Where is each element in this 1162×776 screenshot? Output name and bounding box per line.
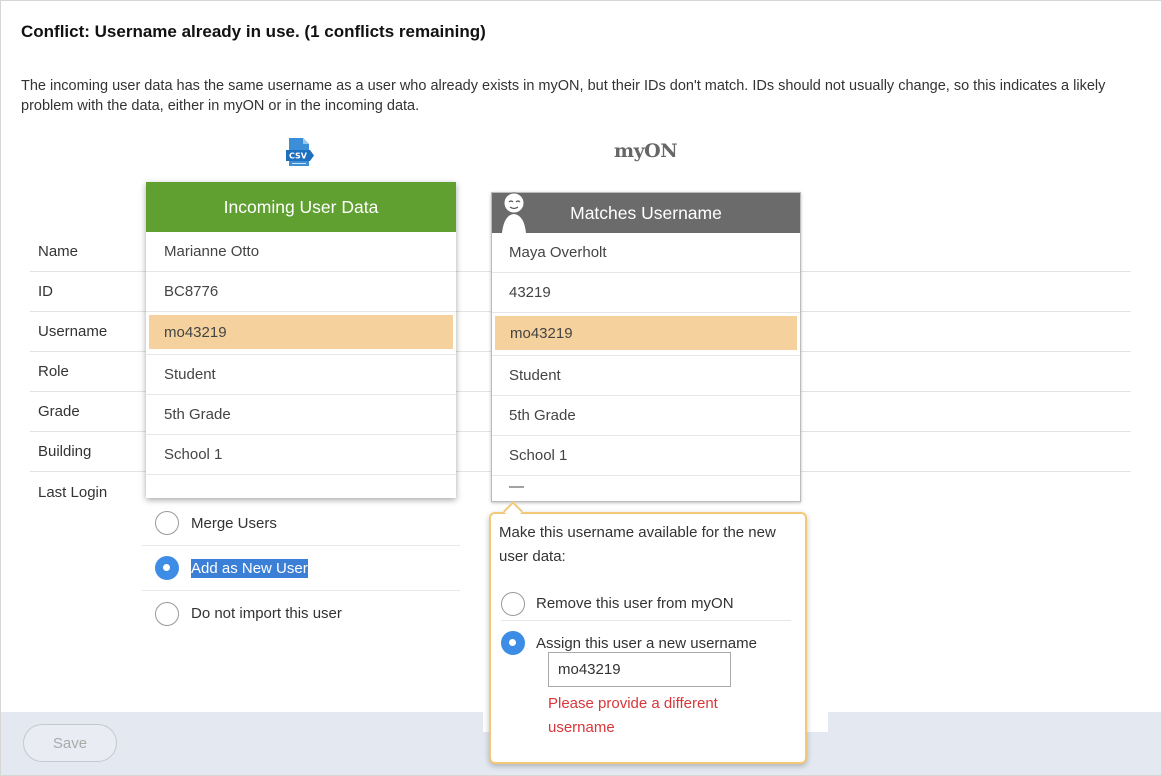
page-title: Conflict: Username already in use. (1 co… — [21, 22, 486, 41]
incoming-name: Marianne Otto — [146, 232, 456, 272]
existing-id: 43219 — [492, 273, 800, 313]
existing-role: Student — [492, 356, 800, 396]
assign-username-radio[interactable] — [501, 631, 525, 655]
add-new-user-option[interactable]: Add as New User — [142, 546, 460, 591]
remove-user-label: Remove this user from myON — [536, 595, 734, 612]
existing-card-title: Matches Username — [570, 202, 722, 223]
existing-name: Maya Overholt — [492, 233, 800, 273]
incoming-username: mo43219 — [149, 315, 453, 349]
do-not-import-label: Do not import this user — [191, 605, 342, 622]
myon-logo: myON — [614, 140, 678, 162]
incoming-user-card: Incoming User Data Marianne Otto BC8776 … — [146, 182, 456, 498]
assign-username-label: Assign this user a new username — [536, 634, 757, 652]
incoming-card-header: Incoming User Data — [146, 182, 456, 232]
existing-user-card: Matches Username Maya Overholt 43219 mo4… — [491, 192, 801, 502]
existing-username: mo43219 — [495, 316, 797, 350]
existing-building: School 1 — [492, 436, 800, 476]
existing-last-login: — — [509, 478, 524, 495]
remove-user-radio[interactable] — [501, 591, 525, 616]
merge-users-label: Merge Users — [191, 514, 277, 532]
svg-text:CSV: CSV — [289, 152, 308, 161]
remove-user-option[interactable]: Remove this user from myON — [501, 587, 791, 621]
conflict-description: The incoming user data has the same user… — [21, 78, 1106, 114]
add-new-user-radio[interactable] — [155, 556, 179, 580]
merge-users-option[interactable]: Merge Users — [142, 501, 460, 546]
incoming-role: Student — [146, 355, 456, 395]
incoming-username-row: mo43219 — [146, 315, 456, 355]
avatar-icon — [502, 192, 526, 233]
add-new-user-label: Add as New User — [191, 558, 308, 578]
popover-title: Make this username available for the new… — [499, 524, 776, 565]
merge-users-radio[interactable] — [155, 511, 179, 535]
existing-card-header: Matches Username — [492, 192, 800, 233]
username-error-message: Please provide a different username — [548, 695, 718, 736]
do-not-import-option[interactable]: Do not import this user — [142, 591, 460, 636]
incoming-building: School 1 — [146, 435, 456, 475]
existing-username-row: mo43219 — [492, 316, 800, 356]
username-resolution-popover: Make this username available for the new… — [489, 512, 807, 764]
conflict-actions: Merge Users Add as New User Do not impor… — [142, 501, 460, 636]
incoming-grade: 5th Grade — [146, 395, 456, 435]
incoming-id: BC8776 — [146, 272, 456, 312]
save-button[interactable]: Save — [23, 724, 117, 762]
csv-file-icon: CSV — [286, 138, 314, 166]
new-username-input[interactable] — [548, 652, 731, 687]
existing-grade: 5th Grade — [492, 396, 800, 436]
do-not-import-radio[interactable] — [155, 601, 179, 626]
